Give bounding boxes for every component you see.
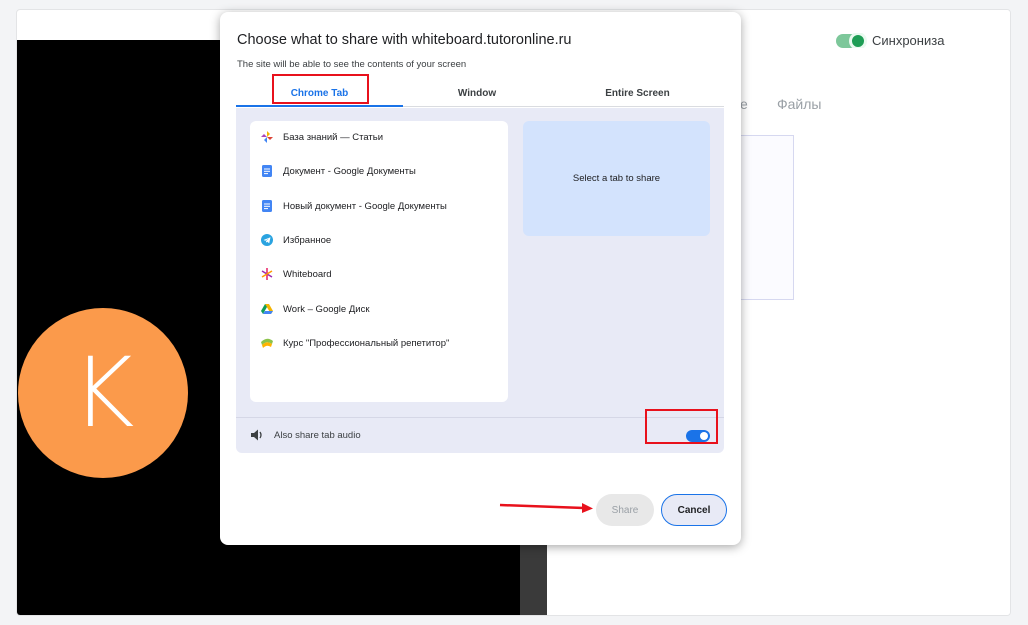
share-button[interactable]: Share: [596, 494, 654, 526]
preview-panel: Select a tab to share: [523, 121, 710, 236]
tab-entire-screen[interactable]: Entire Screen: [551, 88, 724, 99]
list-item[interactable]: База знаний — Статьи: [260, 127, 383, 147]
preview-text: Select a tab to share: [572, 173, 661, 184]
sync-label: Синхрониза: [872, 33, 945, 48]
pinwheel-icon: [260, 130, 274, 144]
bg-tab-partial: е: [740, 96, 748, 112]
tab-window[interactable]: Window: [403, 88, 551, 99]
user-avatar: K: [18, 308, 188, 478]
speaker-icon: [250, 428, 266, 442]
google-drive-icon: [260, 302, 274, 316]
list-item-label: Документ - Google Документы: [283, 165, 416, 177]
list-item-label: Избранное: [283, 234, 332, 246]
list-item-label: Новый документ - Google Документы: [283, 200, 447, 212]
dialog-title: Choose what to share with whiteboard.tut…: [237, 32, 572, 48]
list-item[interactable]: Избранное: [260, 230, 331, 250]
audio-label: Also share tab audio: [274, 430, 361, 441]
share-content: База знаний — Статьи Документ - Google Д…: [236, 108, 724, 453]
annotation-box-chrome-tab: [272, 74, 369, 104]
list-item[interactable]: Whiteboard: [260, 264, 332, 284]
google-docs-icon: [260, 199, 274, 213]
sync-control[interactable]: Синхрониза: [836, 33, 946, 48]
tab-list: База знаний — Статьи Документ - Google Д…: [250, 121, 508, 402]
list-item-label: Whiteboard: [283, 268, 332, 280]
cancel-button[interactable]: Cancel: [661, 494, 727, 526]
list-item[interactable]: Новый документ - Google Документы: [260, 196, 447, 216]
list-item[interactable]: Курс "Профессиональный репетитор": [260, 333, 449, 353]
list-item-label: Курс "Профессиональный репетитор": [283, 337, 450, 349]
dialog-subtitle: The site will be able to see the content…: [237, 59, 467, 70]
sync-toggle-icon[interactable]: [836, 33, 867, 48]
list-item[interactable]: Документ - Google Документы: [260, 161, 416, 181]
telegram-icon: [260, 233, 274, 247]
annotation-arrow-icon: [499, 503, 593, 513]
bg-tab-files[interactable]: Файлы: [777, 96, 821, 112]
list-item-label: База знаний — Статьи: [283, 131, 384, 143]
annotation-box-audio-toggle: [645, 409, 718, 444]
active-tab-indicator: [236, 105, 403, 107]
google-docs-icon: [260, 164, 274, 178]
list-item[interactable]: Work – Google Диск: [260, 299, 369, 319]
list-item-label: Work – Google Диск: [283, 303, 370, 315]
course-logo-icon: [260, 336, 274, 350]
whiteboard-logo-icon: [260, 267, 274, 281]
bg-content-box: [741, 135, 794, 300]
